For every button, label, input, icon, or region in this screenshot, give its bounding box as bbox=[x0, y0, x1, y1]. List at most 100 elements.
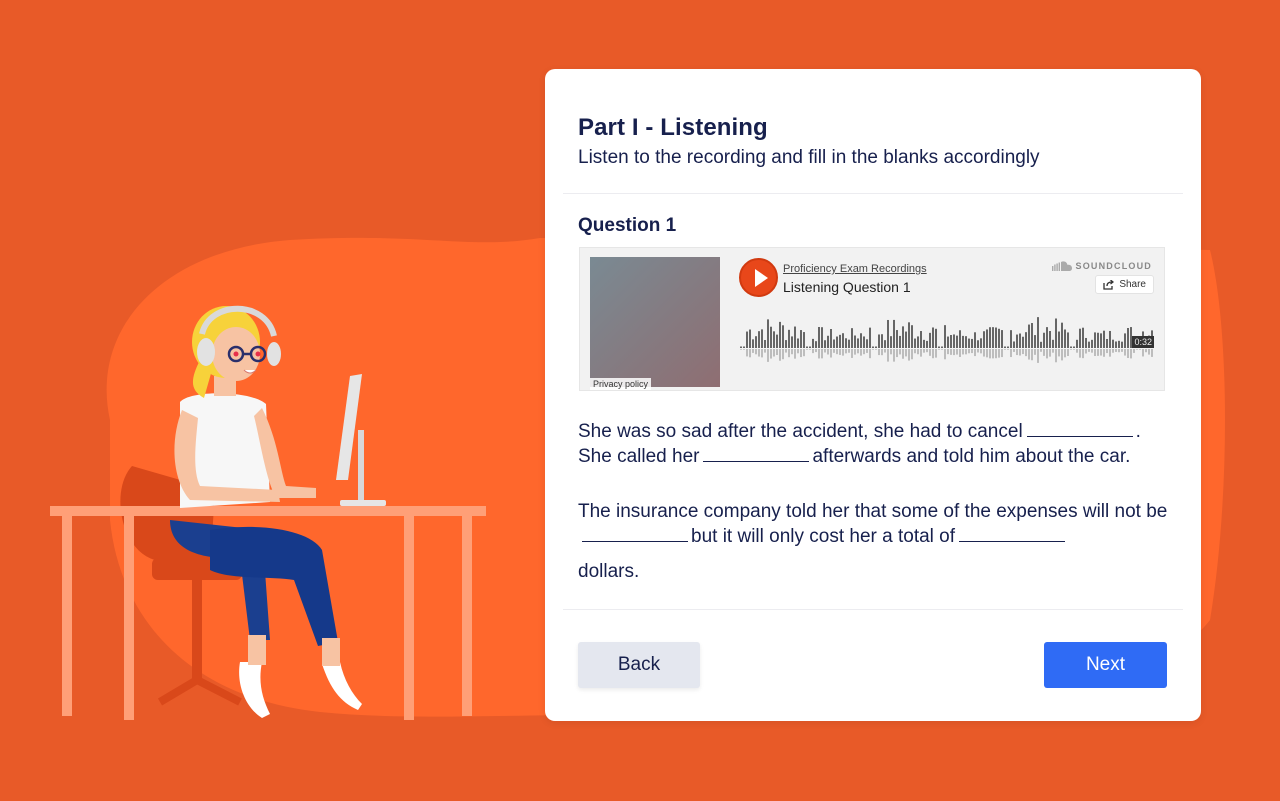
waveform-reflection bbox=[896, 349, 898, 358]
waveform-bar bbox=[773, 331, 775, 348]
waveform-bar bbox=[743, 346, 745, 348]
page-subtitle: Listen to the recording and fill in the … bbox=[578, 147, 1040, 168]
para2-text-c: dollars. bbox=[578, 561, 640, 582]
waveform-reflection bbox=[1118, 349, 1120, 353]
waveform-reflection bbox=[806, 349, 808, 350]
line2-text-b: afterwards and told him about the car. bbox=[812, 446, 1131, 467]
play-button[interactable] bbox=[739, 258, 778, 297]
waveform-bar bbox=[1022, 336, 1024, 348]
waveform-bar bbox=[779, 321, 781, 348]
waveform-bar bbox=[824, 340, 826, 348]
waveform-bar bbox=[860, 333, 862, 348]
waveform-reflection bbox=[890, 349, 892, 355]
next-button[interactable]: Next bbox=[1044, 642, 1167, 688]
waveform-reflection bbox=[1100, 349, 1102, 356]
waveform-reflection bbox=[974, 349, 976, 357]
waveform-reflection bbox=[935, 349, 937, 358]
uploader-link[interactable]: Proficiency Exam Recordings bbox=[783, 263, 927, 275]
waveform-bar bbox=[1004, 346, 1006, 348]
waveform-reflection bbox=[794, 349, 796, 359]
waveform-reflection bbox=[872, 349, 874, 350]
waveform-bar bbox=[797, 338, 799, 348]
soundcloud-icon bbox=[1051, 261, 1072, 271]
waveform-reflection bbox=[1145, 349, 1147, 353]
woman-at-desk-illustration bbox=[50, 305, 486, 720]
waveform-reflection bbox=[962, 349, 964, 355]
waveform-reflection bbox=[941, 349, 943, 350]
waveform-bar bbox=[887, 319, 889, 348]
waveform-bar bbox=[764, 340, 766, 348]
waveform-reflection bbox=[1040, 349, 1042, 352]
share-icon bbox=[1103, 279, 1115, 290]
waveform-bar bbox=[800, 330, 802, 348]
waveform-bar bbox=[818, 326, 820, 348]
waveform-reflection bbox=[944, 349, 946, 360]
waveform-bar bbox=[884, 340, 886, 348]
blank-2[interactable] bbox=[703, 444, 810, 462]
waveform-reflection bbox=[821, 349, 823, 359]
waveform-reflection bbox=[1028, 349, 1030, 360]
waveform-reflection bbox=[842, 349, 844, 356]
blank-1[interactable] bbox=[1026, 419, 1133, 437]
waveform-bar bbox=[1097, 332, 1099, 348]
waveform-bar bbox=[914, 338, 916, 348]
waveform-reflection bbox=[770, 349, 772, 359]
back-button[interactable]: Back bbox=[578, 642, 700, 688]
waveform-bar bbox=[1094, 332, 1096, 348]
question-card: Part I - Listening Listen to the recordi… bbox=[545, 69, 1201, 721]
waveform-reflection bbox=[857, 349, 859, 354]
waveform-bar bbox=[782, 325, 784, 348]
waveform-bar bbox=[983, 331, 985, 348]
card-header: Part I - Listening Listen to the recordi… bbox=[578, 113, 1181, 171]
waveform-bar bbox=[965, 336, 967, 348]
privacy-policy-link[interactable]: Privacy policy bbox=[590, 378, 652, 390]
waveform-reflection bbox=[746, 349, 748, 357]
waveform-reflection bbox=[827, 349, 829, 355]
soundcloud-player: Privacy policy Proficiency Exam Recordin… bbox=[579, 247, 1165, 391]
waveform-bar bbox=[794, 326, 796, 348]
line1-text-a: She was so sad after the accident, she h… bbox=[578, 421, 1023, 442]
waveform-bar bbox=[956, 335, 958, 348]
waveform-reflection bbox=[1124, 349, 1126, 356]
waveform-reflection bbox=[977, 349, 979, 353]
waveform-reflection bbox=[761, 349, 763, 358]
waveform-bar bbox=[893, 319, 895, 348]
waveform-reflection bbox=[764, 349, 766, 353]
waveform-reflection bbox=[1037, 349, 1039, 363]
waveform-reflection bbox=[1001, 349, 1003, 358]
waveform-reflection bbox=[860, 349, 862, 356]
waveform-reflection bbox=[1082, 349, 1084, 359]
waveform-bar bbox=[1019, 333, 1021, 348]
waveform-bar bbox=[911, 325, 913, 348]
waveform-bar bbox=[1010, 330, 1012, 348]
waveform-reflection bbox=[869, 349, 871, 359]
waveform-bar bbox=[977, 340, 979, 348]
waveform-bar bbox=[1064, 329, 1066, 348]
share-button[interactable]: Share bbox=[1095, 275, 1154, 294]
waveform-reflection bbox=[749, 349, 751, 358]
waveform-reflection bbox=[908, 349, 910, 361]
waveform-reflection bbox=[950, 349, 952, 355]
waveform-bar bbox=[1106, 338, 1108, 348]
page-title: Part I - Listening bbox=[578, 114, 768, 141]
waveform-bar bbox=[974, 332, 976, 348]
audio-waveform[interactable] bbox=[740, 312, 1156, 364]
waveform-reflection bbox=[983, 349, 985, 357]
footer-divider bbox=[563, 609, 1183, 610]
track-artwork: Privacy policy bbox=[590, 257, 720, 390]
waveform-bar bbox=[932, 327, 934, 348]
blank-3[interactable] bbox=[582, 524, 688, 542]
waveform-reflection bbox=[881, 349, 883, 356]
waveform-reflection bbox=[1034, 349, 1036, 355]
waveform-bar bbox=[995, 327, 997, 348]
question-paragraph-2: The insurance company told her that some… bbox=[578, 499, 1178, 584]
blank-4[interactable] bbox=[959, 524, 1066, 542]
waveform-bar bbox=[971, 338, 973, 348]
waveform-reflection bbox=[893, 349, 895, 362]
waveform-bar bbox=[839, 334, 841, 348]
waveform-reflection bbox=[986, 349, 988, 358]
track-title[interactable]: Listening Question 1 bbox=[783, 279, 911, 295]
soundcloud-logo[interactable]: SOUNDCLOUD bbox=[1051, 261, 1153, 271]
waveform-bar bbox=[1118, 340, 1120, 348]
waveform-reflection bbox=[788, 349, 790, 358]
